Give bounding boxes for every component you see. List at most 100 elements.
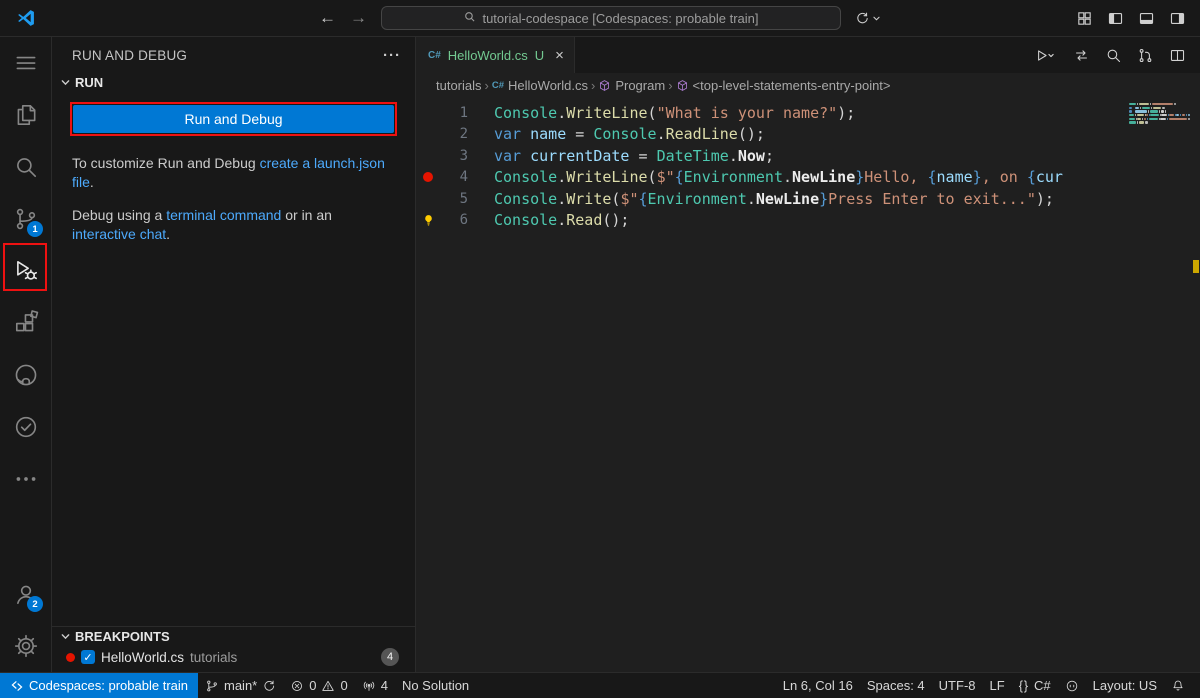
status-branch[interactable]: main*	[198, 673, 283, 698]
vscode-window: ← → tutorial-codespace [Codespaces: prob…	[0, 0, 1200, 698]
minimap-token	[1146, 114, 1147, 116]
radio-icon	[362, 679, 376, 693]
status-solution[interactable]: No Solution	[395, 673, 476, 698]
run-or-debug-button[interactable]	[1032, 47, 1058, 64]
terminal-command-link[interactable]: terminal command	[166, 207, 281, 223]
status-remote[interactable]: Codespaces: probable train	[0, 673, 198, 698]
status-encoding[interactable]: UTF-8	[932, 673, 983, 698]
back-button[interactable]: ←	[319, 8, 336, 28]
status-cursor-position[interactable]: Ln 6, Col 16	[776, 673, 860, 698]
open-changes-button[interactable]	[1073, 47, 1090, 64]
minimap[interactable]	[1126, 97, 1192, 672]
activity-item-settings[interactable]	[0, 620, 51, 672]
activity-item-run-debug[interactable]	[0, 245, 51, 297]
code-line[interactable]: 4Console.WriteLine($"{Environment.NewLin…	[416, 167, 1200, 189]
split-editor-button[interactable]	[1169, 47, 1186, 64]
breadcrumb-item[interactable]: <top-level-statements-entry-point>	[676, 78, 891, 93]
breadcrumb-item[interactable]: tutorials	[436, 78, 482, 93]
status-copilot[interactable]	[1058, 673, 1086, 698]
status-text: main*	[224, 678, 257, 693]
code-token: Now	[738, 147, 765, 165]
search-icon	[463, 10, 476, 26]
minimap-token	[1129, 114, 1134, 116]
overview-ruler[interactable]	[1192, 97, 1200, 672]
run-section-header[interactable]: RUN	[52, 73, 415, 92]
code-line[interactable]: 6Console.Read();	[416, 210, 1200, 232]
breadcrumb-item[interactable]: C#HelloWorld.cs	[492, 78, 588, 93]
breakpoint-list-item[interactable]: ✓ HelloWorld.cs tutorials 4	[52, 646, 415, 668]
minimap-token	[1137, 114, 1144, 116]
code-line[interactable]: 1Console.WriteLine("What is your name?")…	[416, 102, 1200, 124]
breakpoints-label: BREAKPOINTS	[75, 629, 170, 644]
code-token: Hello,	[864, 168, 927, 186]
code-token: $"	[620, 190, 638, 208]
code-token: {	[675, 168, 684, 186]
git-compare-button[interactable]	[1137, 47, 1154, 64]
run-section-label: RUN	[75, 75, 103, 90]
tab-helloworld[interactable]: C# HelloWorld.cs U ×	[416, 37, 575, 73]
activity-item-accounts[interactable]: 2	[0, 568, 51, 620]
code-token	[521, 125, 530, 143]
status-keyboard-layout[interactable]: Layout: US	[1086, 673, 1164, 698]
code-token: WriteLine	[566, 104, 647, 122]
status-text: LF	[990, 678, 1005, 693]
run-and-debug-button[interactable]: Run and Debug	[73, 105, 394, 133]
braces-icon: {}	[1019, 679, 1029, 693]
search-editor-button[interactable]	[1105, 47, 1122, 64]
code-token: Environment	[648, 190, 747, 208]
activity-item-search[interactable]	[0, 141, 51, 193]
breakpoint-checkbox[interactable]: ✓	[81, 650, 95, 664]
status-notifications[interactable]	[1164, 673, 1192, 698]
error-icon	[290, 679, 304, 693]
breakpoints-section-header[interactable]: BREAKPOINTS	[52, 627, 415, 646]
code-token: }	[973, 168, 982, 186]
toggle-primary-sidebar-icon[interactable]	[1107, 10, 1124, 27]
interactive-chat-link[interactable]: interactive chat	[72, 226, 166, 242]
status-indentation[interactable]: Spaces: 4	[860, 673, 932, 698]
code-token: ;	[765, 147, 774, 165]
activity-item-github[interactable]	[0, 349, 51, 401]
toggle-panel-icon[interactable]	[1138, 10, 1155, 27]
breakpoint-glyph[interactable]	[416, 172, 440, 182]
line-number: 2	[440, 126, 468, 142]
code-line[interactable]: 2var name = Console.ReadLine();	[416, 124, 1200, 146]
status-problems[interactable]: 00	[283, 673, 354, 698]
code-token: (	[611, 190, 620, 208]
status-ports[interactable]: 4	[355, 673, 395, 698]
forward-button[interactable]: →	[350, 8, 367, 28]
code-editor[interactable]: 1Console.WriteLine("What is your name?")…	[416, 97, 1200, 672]
code-line[interactable]: 5Console.Write($"{Environment.NewLine}Pr…	[416, 188, 1200, 210]
code-token: Console	[494, 211, 557, 229]
github-icon	[13, 362, 39, 388]
command-center-search[interactable]: tutorial-codespace [Codespaces: probable…	[381, 6, 841, 30]
status-eol[interactable]: LF	[983, 673, 1012, 698]
activity-item-checks[interactable]	[0, 401, 51, 453]
code-token: "What is your name?"	[657, 104, 838, 122]
minimap-token	[1142, 118, 1143, 120]
toggle-secondary-sidebar-icon[interactable]	[1169, 10, 1186, 27]
minimap-token	[1152, 103, 1173, 105]
lightbulb-icon[interactable]	[416, 213, 440, 228]
copilot-icon	[1065, 679, 1079, 693]
activity-item-menu[interactable]	[0, 37, 51, 89]
breadcrumb-item[interactable]: Program	[598, 78, 665, 93]
customize-layout-icon[interactable]	[1076, 10, 1093, 27]
session-sync-button[interactable]	[855, 11, 881, 26]
close-icon[interactable]: ×	[555, 47, 564, 64]
activity-item-extensions[interactable]	[0, 297, 51, 349]
settings-icon	[13, 633, 39, 659]
activity-item-more[interactable]	[0, 453, 51, 505]
activity-item-source-control[interactable]: 1	[0, 193, 51, 245]
more-actions-icon[interactable]: ···	[383, 47, 401, 64]
code-line[interactable]: 3var currentDate = DateTime.Now;	[416, 145, 1200, 167]
minimap-token	[1147, 118, 1148, 120]
code-token: var	[494, 125, 521, 143]
status-language[interactable]: {}C#	[1012, 673, 1058, 698]
code-token: Environment	[684, 168, 783, 186]
annotation-run-button-highlight: Run and Debug	[70, 102, 397, 136]
code-token: var	[494, 147, 521, 165]
code-token	[521, 147, 530, 165]
hint-text: or in an	[281, 207, 332, 223]
code-token: DateTime	[657, 147, 729, 165]
activity-item-explorer[interactable]	[0, 89, 51, 141]
